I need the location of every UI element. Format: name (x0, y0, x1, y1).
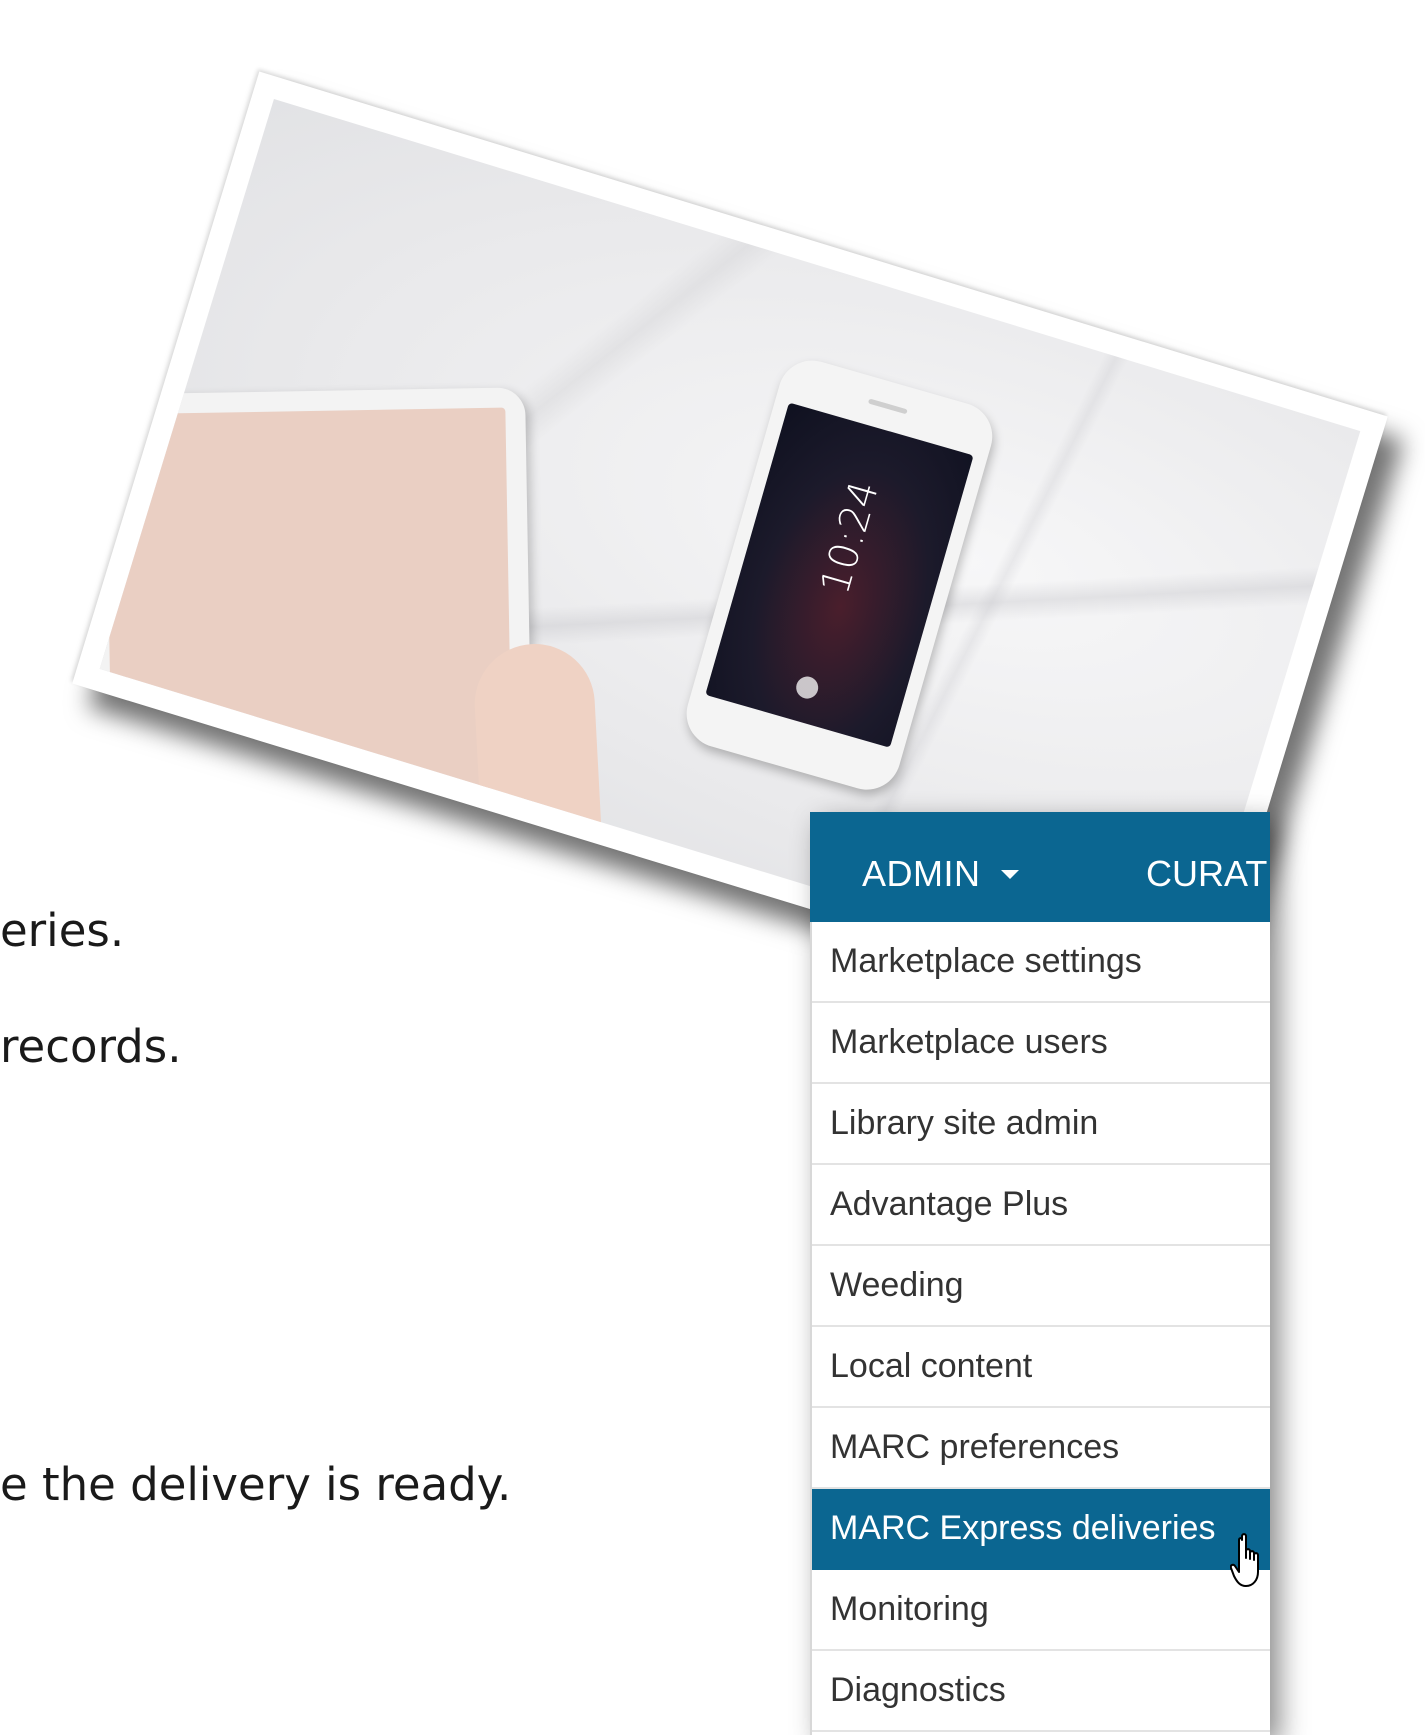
menu-item-marketplace-settings[interactable]: Marketplace settings (812, 922, 1270, 1003)
menu-item-marc-express-deliveries[interactable]: MARC Express deliveries (812, 1489, 1270, 1570)
admin-dropdown-menu: Marketplace settings Marketplace users L… (810, 922, 1270, 1735)
slide-text-line-1: eries. (0, 904, 125, 957)
menu-item-diagnostics[interactable]: Diagnostics (812, 1651, 1270, 1732)
admin-menu-label: ADMIN (862, 853, 981, 894)
menu-item-marc-preferences[interactable]: MARC preferences (812, 1408, 1270, 1489)
caret-down-icon (1000, 869, 1019, 879)
admin-dropdown-screenshot: ADMIN CURAT Marketplace settings Marketp… (810, 812, 1270, 1735)
tablet-illustration (99, 387, 533, 815)
menu-item-library-site-admin[interactable]: Library site admin (812, 1084, 1270, 1165)
menu-item-monitoring[interactable]: Monitoring (812, 1570, 1270, 1651)
slide-text-line-2: records. (0, 1020, 182, 1073)
admin-menu-toggle[interactable]: ADMIN (862, 853, 1019, 894)
phone-illustration: 10:24 (678, 352, 1001, 798)
lock-icon (793, 673, 821, 702)
phone-time: 10:24 (812, 475, 889, 600)
menu-item-local-content[interactable]: Local content (812, 1327, 1270, 1408)
nav-item-curation[interactable]: CURAT (1146, 854, 1270, 894)
hand-illustration (471, 640, 602, 848)
menu-item-marketplace-users[interactable]: Marketplace users (812, 1003, 1270, 1084)
top-nav-bar: ADMIN CURAT (810, 812, 1270, 922)
menu-item-advantage-plus[interactable]: Advantage Plus (812, 1165, 1270, 1246)
phone-screen: 10:24 (705, 402, 974, 748)
slide-text-line-3: e the delivery is ready. (0, 1458, 512, 1511)
menu-item-weeding[interactable]: Weeding (812, 1246, 1270, 1327)
